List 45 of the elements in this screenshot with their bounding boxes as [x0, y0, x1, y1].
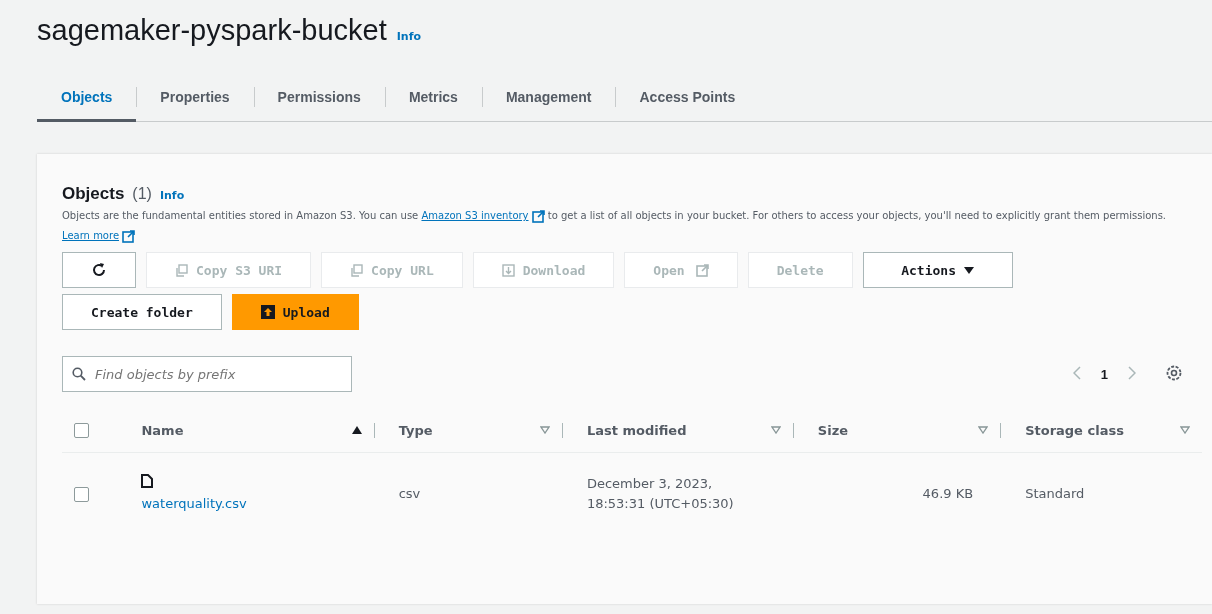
table-cell: Standard: [1025, 486, 1085, 501]
tab[interactable]: Management: [481, 75, 616, 122]
upload-icon: [260, 305, 275, 319]
help-link[interactable]: Amazon S3 inventory: [421, 210, 545, 221]
actions-button[interactable]: Actions: [862, 252, 1013, 288]
chevron-left-icon: [1072, 365, 1081, 380]
info-link[interactable]: Info: [396, 30, 422, 43]
caret-icon: [964, 266, 974, 274]
column-header[interactable]: Type: [398, 422, 433, 438]
bucket-title: sagemaker-pyspark-bucket: [37, 14, 387, 47]
panel-description: Objects are the fundamental entities stored in Amazon S3. You can use Amazon S3 inventory to get a list of all objects in your bucket. For others to access your objects, you'll need to explicitly grant them permissions. Learn more: [62, 208, 1168, 245]
refresh-icon: [91, 262, 107, 278]
chevron-right-icon: [1128, 365, 1136, 380]
column-header[interactable]: Storage class: [1025, 422, 1124, 438]
column-header[interactable]: Name: [141, 422, 184, 438]
tab[interactable]: Access Points: [615, 75, 760, 122]
tab[interactable]: Metrics: [384, 75, 482, 122]
tab[interactable]: Objects: [37, 75, 137, 122]
tab[interactable]: Permissions: [253, 75, 385, 122]
page-number[interactable]: 1: [1100, 366, 1108, 382]
external-link-icon: [122, 229, 136, 243]
download-icon: [501, 263, 515, 277]
table-cell-text: December 3, 2023, 18:53:31 (UTC+05:30): [586, 475, 735, 513]
settings-icon: [1166, 364, 1182, 381]
table-cell: csv: [398, 486, 421, 501]
create-folder-button[interactable]: Create folder: [62, 294, 222, 330]
upload-button[interactable]: Upload: [231, 294, 359, 330]
file-icon: [141, 474, 154, 488]
column-header[interactable]: Size: [817, 422, 849, 438]
tab[interactable]: Properties: [136, 75, 254, 122]
copy-icon: [350, 263, 364, 277]
row-checkbox[interactable]: [74, 486, 89, 502]
external-link-icon: [531, 209, 545, 223]
refresh-button[interactable]: [62, 252, 136, 288]
file-link[interactable]: waterquality.csv: [141, 496, 247, 511]
panel-title: Objects: [62, 184, 125, 204]
table-cell: 46.9 KB: [922, 486, 974, 501]
column-header[interactable]: Last modified: [586, 422, 687, 438]
info-link[interactable]: Info: [159, 189, 185, 202]
object-count: (1): [132, 185, 152, 203]
search-field[interactable]: Find objects by prefix: [62, 356, 352, 392]
external-link-icon: [695, 263, 709, 277]
help-link[interactable]: Learn more: [62, 230, 136, 241]
select-all-checkbox[interactable]: [74, 422, 89, 438]
copy-icon: [175, 263, 188, 277]
